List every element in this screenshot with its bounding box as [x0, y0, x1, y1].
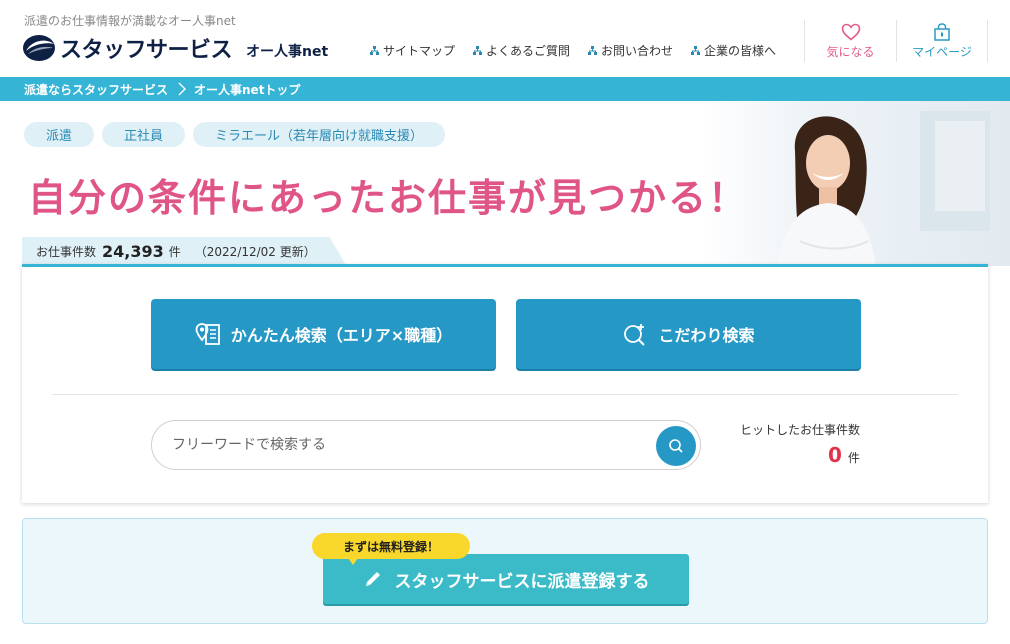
free-word-input[interactable]: [172, 433, 642, 457]
tag-fulltime[interactable]: 正社員: [102, 122, 186, 147]
header-actions: 気になる マイページ: [804, 20, 988, 62]
mypage-label: マイページ: [912, 44, 972, 59]
hit-count-unit: 件: [847, 451, 860, 465]
job-count-tab: お仕事件数 24,393 件 （2022/12/02 更新）: [22, 237, 346, 265]
chevron-right-icon: [178, 82, 187, 96]
nav-contact[interactable]: お問い合わせ: [588, 42, 673, 59]
sitemap-icon: [588, 45, 598, 55]
logo-subtitle: オー人事net: [246, 44, 329, 60]
job-count-unit: 件: [168, 244, 181, 259]
hero-section: 派遣 正社員 ミラエール（若年層向け就職支援） 自分の条件にあったお仕事が見つか…: [0, 101, 1010, 266]
favorites-button[interactable]: 気になる: [804, 20, 896, 62]
hit-count: 0 件: [828, 443, 860, 467]
detail-search-button[interactable]: こだわり検索: [516, 299, 861, 369]
sitemap-icon: [370, 45, 379, 55]
logo-mark-icon: [22, 34, 56, 62]
nav-for-companies-label: 企業の皆様へ: [704, 44, 777, 58]
job-count-updated: （2022/12/02 更新）: [194, 244, 316, 259]
tag-miraeru[interactable]: ミラエール（若年層向け就職支援）: [193, 122, 446, 147]
pencil-icon: [365, 572, 380, 586]
job-count-number: 24,393: [102, 241, 164, 261]
free-registration-badge: まずは無料登録！: [312, 533, 470, 565]
lock-icon: [934, 22, 950, 41]
nav-for-companies[interactable]: 企業の皆様へ: [691, 42, 776, 59]
free-word-search: [151, 420, 701, 470]
nav-sitemap[interactable]: サイトマップ: [370, 42, 455, 59]
category-tags: 派遣 正社員 ミラエール（若年層向け就職支援）: [24, 122, 446, 147]
breadcrumb: 派遣ならスタッフサービス オー人事netトップ: [0, 77, 1010, 101]
nav-sitemap-label: サイトマップ: [383, 44, 456, 58]
breadcrumb-current: オー人事netトップ: [194, 82, 301, 97]
site-tagline: 派遣のお仕事情報が満載なオー人事net: [24, 14, 236, 28]
sitemap-icon: [691, 45, 701, 55]
nav-faq[interactable]: よくあるご質問: [473, 42, 570, 59]
site-logo[interactable]: スタッフサービス オー人事net: [22, 32, 328, 64]
register-button-label: スタッフサービスに派遣登録する: [394, 571, 650, 592]
mypage-button[interactable]: マイページ: [896, 20, 988, 62]
heart-icon: [841, 23, 860, 41]
nav-contact-label: お問い合わせ: [601, 44, 674, 58]
search-submit-button[interactable]: [656, 426, 696, 466]
map-list-icon: [195, 323, 220, 345]
registration-banner: まずは無料登録！ スタッフサービスに派遣登録する: [22, 518, 988, 624]
easy-search-button[interactable]: かんたん検索（エリア×職種）: [151, 299, 496, 369]
nav-faq-label: よくあるご質問: [486, 44, 571, 58]
header-nav: サイトマップ よくあるご質問 お問い合わせ 企業の皆様へ: [370, 42, 776, 59]
hero-headline: 自分の条件にあったお仕事が見つかる！: [28, 176, 749, 220]
detail-search-label: こだわり検索: [658, 326, 755, 345]
logo-text: スタッフサービス: [60, 38, 233, 63]
sitemap-icon: [473, 45, 483, 55]
favorites-label: 気になる: [826, 44, 875, 59]
job-count-bar: お仕事件数 24,393 件 （2022/12/02 更新）: [22, 237, 346, 265]
search-icon: [669, 439, 683, 453]
search-plus-icon: [624, 324, 646, 346]
easy-search-label: かんたん検索（エリア×職種）: [230, 326, 453, 345]
search-panel: かんたん検索（エリア×職種） こだわり検索 ヒットしたお仕事件数 0 件: [22, 264, 988, 503]
breadcrumb-home[interactable]: 派遣ならスタッフサービス: [24, 81, 168, 98]
site-header: 派遣のお仕事情報が満載なオー人事net スタッフサービス オー人事net サイト…: [0, 0, 1010, 77]
hit-count-number: 0: [828, 443, 842, 467]
divider: [52, 394, 958, 395]
tag-dispatch[interactable]: 派遣: [24, 122, 95, 147]
hit-count-label: ヒットしたお仕事件数: [740, 423, 861, 437]
job-count-label: お仕事件数: [36, 244, 97, 259]
register-button[interactable]: スタッフサービスに派遣登録する: [323, 554, 689, 604]
